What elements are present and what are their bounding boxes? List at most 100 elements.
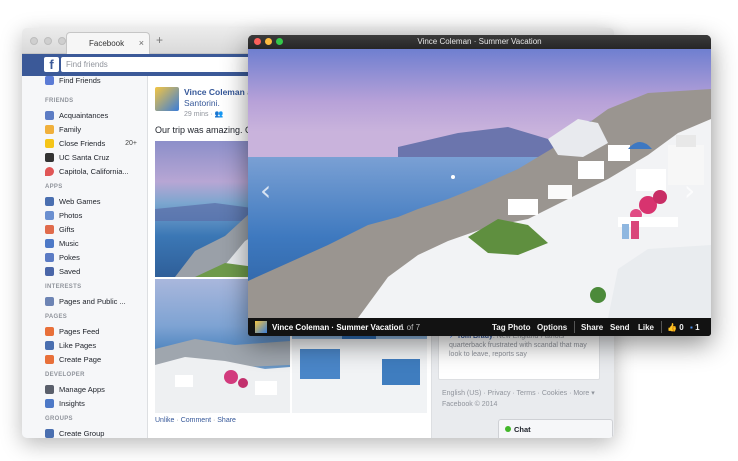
- games-icon: [45, 196, 54, 206]
- create-page-icon: [45, 354, 54, 364]
- sidebar-item-insights[interactable]: Insights: [45, 397, 143, 409]
- close-window-button[interactable]: [254, 38, 261, 45]
- options-button[interactable]: Options: [537, 323, 567, 332]
- minimize-window-dot[interactable]: [44, 37, 52, 45]
- avatar[interactable]: [155, 87, 179, 111]
- sidebar-item-family[interactable]: Family: [45, 123, 143, 135]
- sidebar-item-label: UC Santa Cruz: [59, 152, 110, 162]
- next-photo-arrow[interactable]: ›: [684, 174, 695, 207]
- toolbar-divider: [574, 321, 575, 333]
- comment-bubble-icon: ▪: [690, 323, 693, 332]
- previous-photo-arrow[interactable]: ‹: [260, 174, 271, 207]
- like-pages-icon: [45, 340, 54, 350]
- sidebar-item-label: Create Group: [59, 428, 105, 438]
- tab-close-icon[interactable]: ×: [139, 38, 144, 48]
- avatar[interactable]: [255, 321, 267, 333]
- left-sidebar: Find Friends FRIENDS Acquaintances Famil…: [22, 74, 147, 438]
- zoom-window-button[interactable]: [276, 38, 283, 45]
- sidebar-item-web-games[interactable]: Web Games: [45, 195, 143, 207]
- sidebar-item-music[interactable]: Music: [45, 237, 143, 249]
- photo-viewer-window: Vince Coleman · Summer Vacation ‹ › Vinc…: [248, 35, 711, 336]
- footer-copyright: Facebook © 2014: [442, 401, 498, 408]
- sidebar-item-gifts[interactable]: Gifts: [45, 223, 143, 235]
- sidebar-item-close-friends[interactable]: Close Friends 20+: [45, 137, 143, 149]
- sidebar-section-developer: DEVELOPER: [45, 372, 85, 378]
- sidebar-item-create-group[interactable]: Create Group: [45, 427, 143, 438]
- share-button[interactable]: Share: [581, 323, 603, 332]
- post-location[interactable]: Santorini.: [184, 98, 220, 108]
- music-icon: [45, 238, 54, 248]
- page-footer: English (US) · Privacy · Terms · Cookies…: [442, 388, 612, 410]
- online-status-icon: [505, 426, 511, 432]
- sidebar-item-label: Insights: [59, 398, 85, 408]
- post-author[interactable]: Vince Coleman ad: [184, 87, 257, 97]
- browser-tab-facebook[interactable]: Facebook ×: [66, 32, 150, 54]
- sidebar-section-groups: GROUPS: [45, 416, 73, 422]
- interests-icon: [45, 296, 54, 306]
- sidebar-item-uc-santa-cruz[interactable]: UC Santa Cruz: [45, 151, 143, 163]
- sidebar-item-pages-feed[interactable]: Pages Feed: [45, 325, 143, 337]
- create-group-icon: [45, 428, 54, 438]
- chat-label: Chat: [514, 425, 531, 434]
- sidebar-item-label: Pokes: [59, 252, 80, 262]
- flag-icon: [45, 326, 54, 336]
- post-actions: Unlike · Comment · Share: [155, 417, 236, 424]
- sidebar-item-manage-apps[interactable]: Manage Apps: [45, 383, 143, 395]
- family-icon: [45, 124, 54, 134]
- sidebar-item-like-pages[interactable]: Like Pages: [45, 339, 143, 351]
- chat-bar[interactable]: Chat: [498, 419, 613, 438]
- sidebar-section-interests: INTERESTS: [45, 284, 82, 290]
- sidebar-item-find-friends[interactable]: Find Friends: [45, 74, 143, 86]
- sidebar-item-label: Music: [59, 238, 79, 248]
- sidebar-item-photos[interactable]: Photos: [45, 209, 143, 221]
- post-text: Our trip was amazing. Gre: [155, 125, 261, 135]
- sidebar-section-pages: PAGES: [45, 314, 68, 320]
- star-icon: [45, 138, 54, 148]
- sidebar-item-acquaintances[interactable]: Acquaintances: [45, 109, 143, 121]
- sidebar-item-label: Gifts: [59, 224, 75, 234]
- trending-item[interactable]: ↗ Tom Brady: New England Patriots quarte…: [449, 332, 587, 359]
- like-button[interactable]: Like: [638, 323, 654, 332]
- sidebar-item-saved[interactable]: Saved: [45, 265, 143, 277]
- footer-links[interactable]: English (US) · Privacy · Terms · Cookies…: [442, 388, 612, 399]
- facebook-logo-icon[interactable]: f: [44, 57, 59, 72]
- toolbar-divider: [661, 321, 662, 333]
- sidebar-item-label: Photos: [59, 210, 83, 220]
- window-controls: [30, 37, 66, 45]
- share-link[interactable]: Share: [217, 417, 236, 424]
- viewer-caption[interactable]: Vince Coleman · Summer Vacation: [272, 323, 403, 332]
- viewer-window-controls: [254, 38, 283, 45]
- sidebar-item-label: Like Pages: [59, 340, 97, 350]
- close-window-dot[interactable]: [30, 37, 38, 45]
- sidebar-item-label: Manage Apps: [59, 384, 105, 394]
- post-time-text: 29 mins ·: [184, 111, 213, 118]
- like-count-value: 0: [679, 323, 684, 332]
- sidebar-item-capitola[interactable]: Capitola, California...: [45, 165, 143, 177]
- sidebar-item-pokes[interactable]: Pokes: [45, 251, 143, 263]
- minimize-window-button[interactable]: [265, 38, 272, 45]
- sidebar-item-label: Acquaintances: [59, 110, 109, 120]
- post-author-name[interactable]: Vince Coleman: [184, 87, 245, 97]
- audience-friends-icon[interactable]: 👥: [215, 111, 224, 118]
- sidebar-item-pages-public[interactable]: Pages and Public ...: [45, 295, 143, 307]
- sidebar-item-label: Web Games: [59, 196, 101, 206]
- comment-link[interactable]: Comment: [181, 417, 211, 424]
- sidebar-item-label: Pages and Public ...: [59, 296, 126, 306]
- viewer-title: Vince Coleman · Summer Vacation: [417, 37, 542, 46]
- like-count[interactable]: 👍 0: [667, 323, 684, 332]
- zoom-window-dot[interactable]: [58, 37, 66, 45]
- poke-icon: [45, 252, 54, 262]
- sidebar-item-label: Family: [59, 124, 82, 134]
- send-button[interactable]: Send: [610, 323, 630, 332]
- new-tab-button[interactable]: +: [156, 33, 163, 47]
- viewer-title-bar: Vince Coleman · Summer Vacation: [248, 35, 711, 49]
- search-input[interactable]: Find friends: [61, 57, 261, 72]
- tag-photo-button[interactable]: Tag Photo: [492, 323, 531, 332]
- comment-count[interactable]: ▪ 1: [690, 323, 700, 332]
- sidebar-item-label: Pages Feed: [59, 326, 100, 336]
- find-friends-icon: [45, 75, 54, 85]
- sidebar-item-create-page[interactable]: Create Page: [45, 353, 143, 365]
- viewer-photo[interactable]: ‹ ›: [248, 49, 711, 318]
- unlike-link[interactable]: Unlike: [155, 417, 174, 424]
- thumbs-up-icon: 👍: [667, 323, 677, 332]
